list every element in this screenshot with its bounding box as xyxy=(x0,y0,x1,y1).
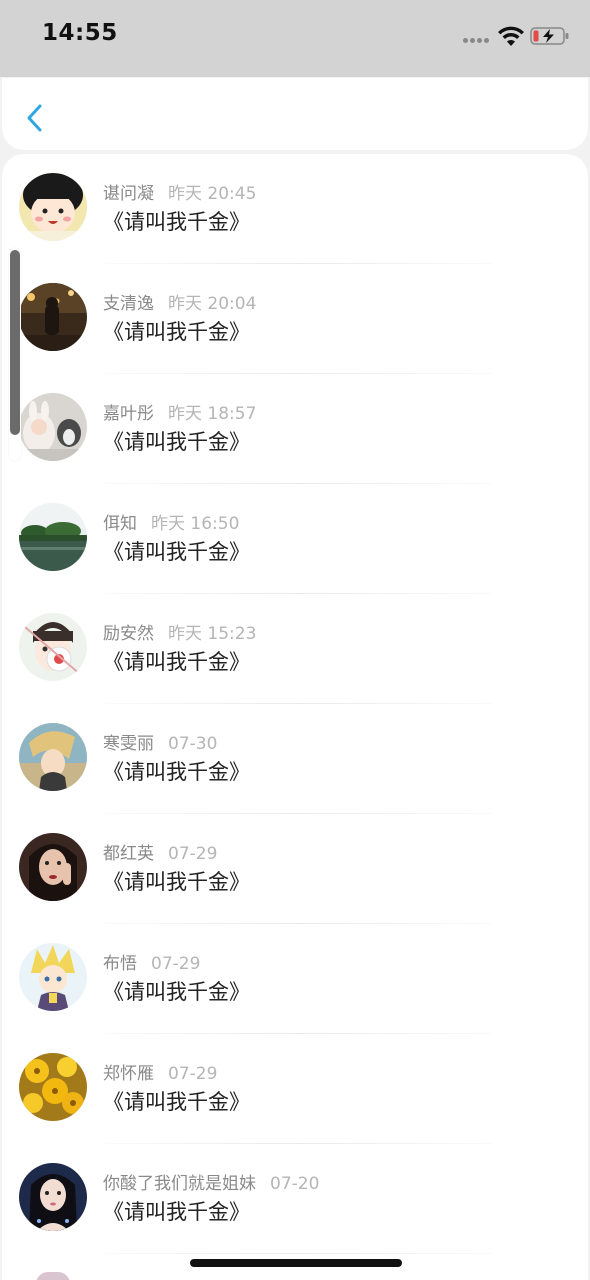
list-item[interactable]: 郑怀雁 07-29 《请叫我千金》 xyxy=(2,1034,588,1144)
item-time: 07-29 xyxy=(168,1064,218,1084)
screen: 14:55 谌问凝 昨天 20:45 《请叫我千金》 支清逸 昨天 20:04 … xyxy=(0,0,590,1280)
cellular-dots-icon xyxy=(463,38,491,44)
item-meta: 布悟 07-29 xyxy=(103,949,200,974)
list-item[interactable]: 支清逸 昨天 20:04 《请叫我千金》 xyxy=(2,264,588,374)
scroll-thumb[interactable] xyxy=(10,250,20,435)
list-item[interactable]: 嘉叶彤 昨天 18:57 《请叫我千金》 xyxy=(2,374,588,484)
home-indicator[interactable] xyxy=(190,1259,402,1267)
item-name: 郑怀雁 xyxy=(103,1064,154,1084)
item-title: 《请叫我千金》 xyxy=(103,1200,250,1224)
status-bar: 14:55 xyxy=(0,0,590,77)
item-time: 昨天 16:50 xyxy=(151,514,240,534)
item-name: 谌问凝 xyxy=(103,184,154,204)
message-list: 谌问凝 昨天 20:45 《请叫我千金》 支清逸 昨天 20:04 《请叫我千金… xyxy=(2,154,588,1280)
item-meta: 励安然 昨天 15:23 xyxy=(103,619,256,644)
item-name: 嘉叶彤 xyxy=(103,404,154,424)
anime-yellow-hair-avatar[interactable] xyxy=(19,943,87,1011)
item-title: 《请叫我千金》 xyxy=(103,650,250,674)
list-item[interactable]: 你酸了我们就是姐妹 07-20 《请叫我千金》 xyxy=(2,1144,588,1254)
item-name: 支清逸 xyxy=(103,294,154,314)
battery-charging-icon xyxy=(530,27,569,45)
item-meta: 嘉叶彤 昨天 18:57 xyxy=(103,399,256,424)
list-item[interactable]: 寒雯丽 07-30 《请叫我千金》 xyxy=(2,704,588,814)
item-meta: 支清逸 昨天 20:04 xyxy=(103,289,256,314)
status-time: 14:55 xyxy=(42,20,118,46)
item-meta: 你酸了我们就是姐妹 07-20 xyxy=(103,1169,319,1194)
item-time: 07-20 xyxy=(270,1174,320,1194)
item-title: 《请叫我千金》 xyxy=(103,210,250,234)
item-title: 《请叫我千金》 xyxy=(103,320,250,344)
navigation-bar xyxy=(2,78,588,150)
back-button[interactable] xyxy=(22,102,48,134)
yellow-flowers-avatar[interactable] xyxy=(19,1053,87,1121)
item-title: 《请叫我千金》 xyxy=(103,870,250,894)
list-item[interactable]: 布悟 07-29 《请叫我千金》 xyxy=(2,924,588,1034)
scroll-indicator[interactable] xyxy=(9,248,21,461)
girl-portrait-avatar[interactable] xyxy=(19,1163,87,1231)
item-name: 布悟 xyxy=(103,954,137,974)
woman-portrait-avatar[interactable] xyxy=(19,833,87,901)
list-item[interactable]: 佴知 昨天 16:50 《请叫我千金》 xyxy=(2,484,588,594)
item-meta: 佴知 昨天 16:50 xyxy=(103,509,239,534)
item-meta: 都红英 07-29 xyxy=(103,839,217,864)
baby-and-dog-avatar[interactable] xyxy=(19,393,87,461)
item-meta: 郑怀雁 07-29 xyxy=(103,1059,217,1084)
anime-blonde-avatar[interactable] xyxy=(19,723,87,791)
list-item[interactable]: 都红英 07-29 《请叫我千金》 xyxy=(2,814,588,924)
item-time: 07-29 xyxy=(168,844,218,864)
anime-boy-mask-avatar[interactable] xyxy=(19,613,87,681)
item-time: 07-30 xyxy=(168,734,218,754)
item-title: 《请叫我千金》 xyxy=(103,760,250,784)
item-time: 昨天 18:57 xyxy=(168,404,257,424)
item-title: 《请叫我千金》 xyxy=(103,430,250,454)
item-title: 《请叫我千金》 xyxy=(103,540,250,564)
item-name: 都红英 xyxy=(103,844,154,864)
item-name: 佴知 xyxy=(103,514,137,534)
item-time: 昨天 15:23 xyxy=(168,624,257,644)
item-name: 励安然 xyxy=(103,624,154,644)
list-item[interactable]: 谌问凝 昨天 20:45 《请叫我千金》 xyxy=(2,154,588,264)
item-meta: 谌问凝 昨天 20:45 xyxy=(103,179,256,204)
next-item-avatar-peek xyxy=(36,1272,70,1280)
list-item[interactable]: 励安然 昨天 15:23 《请叫我千金》 xyxy=(2,594,588,704)
night-street-avatar[interactable] xyxy=(19,283,87,351)
wifi-icon xyxy=(498,26,524,46)
item-title: 《请叫我千金》 xyxy=(103,980,250,1004)
item-time: 07-29 xyxy=(151,954,201,974)
item-meta: 寒雯丽 07-30 xyxy=(103,729,217,754)
item-title: 《请叫我千金》 xyxy=(103,1090,250,1114)
divider xyxy=(103,1253,492,1254)
lake-landscape-avatar[interactable] xyxy=(19,503,87,571)
item-time: 昨天 20:45 xyxy=(168,184,257,204)
item-name: 你酸了我们就是姐妹 xyxy=(103,1174,256,1194)
cartoon-girl-avatar[interactable] xyxy=(19,173,87,241)
item-time: 昨天 20:04 xyxy=(168,294,257,314)
item-name: 寒雯丽 xyxy=(103,734,154,754)
